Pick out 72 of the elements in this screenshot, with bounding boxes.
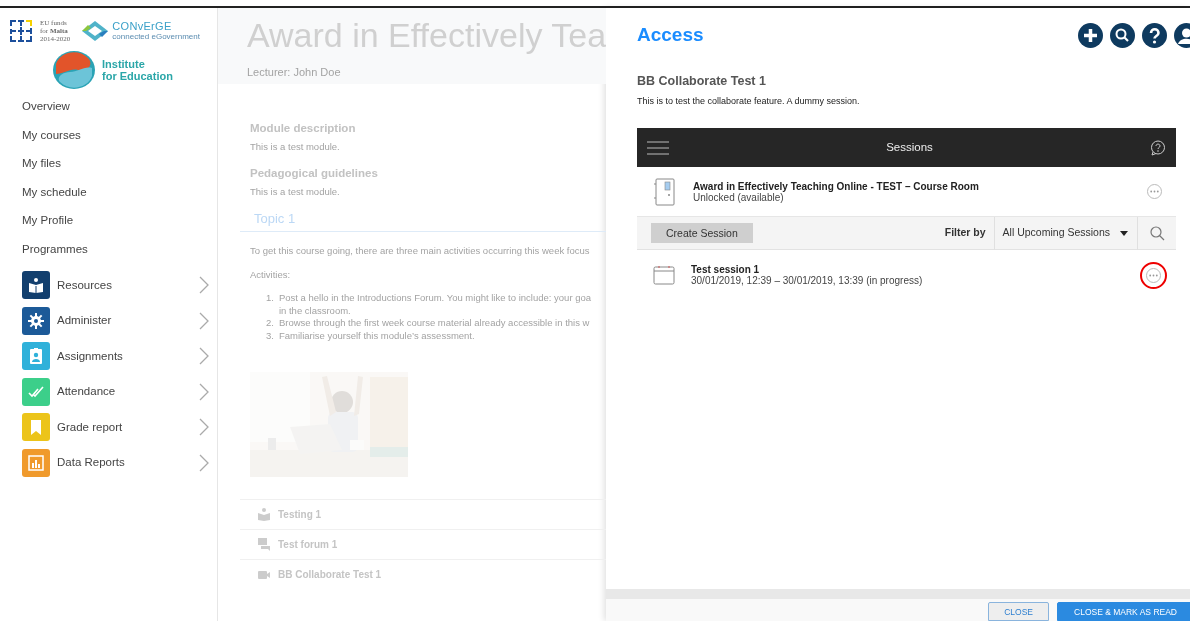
gear-icon	[28, 312, 44, 329]
ellipsis-icon	[1149, 273, 1158, 277]
sidebar-link[interactable]: Programmes	[22, 238, 217, 268]
section-heading: Pedagogical guidelines	[250, 165, 379, 181]
chevron-right-icon[interactable]	[199, 453, 209, 472]
paragraph-text: To get this course going, there are three main activities occurring this week focus	[250, 243, 591, 258]
list-number: 3.	[266, 329, 274, 342]
chat-icon	[258, 538, 270, 551]
sidebar-item[interactable]: Administer	[0, 303, 217, 339]
session-title: Test session 1	[691, 264, 761, 276]
room-status: Unlocked (available)	[693, 191, 784, 203]
list-item-text: Post a hello in the Introductions Forum. You might like to include: your goa	[278, 292, 592, 305]
search-icon	[1149, 225, 1165, 241]
add-button[interactable]	[1078, 22, 1103, 48]
video-camera-icon	[258, 568, 270, 581]
menu-icon[interactable]	[647, 140, 669, 155]
sidebar-link[interactable]: My courses	[22, 124, 217, 154]
help-button[interactable]	[1142, 22, 1167, 48]
sidebar-item[interactable]: Resources	[0, 267, 217, 304]
chevron-right-icon[interactable]	[199, 276, 209, 295]
door-icon	[653, 177, 677, 206]
logo-text: CONvErGE	[112, 21, 173, 32]
topic-heading: Topic 1	[240, 209, 606, 232]
sidebar-item[interactable]: Attendance	[0, 374, 217, 410]
sidebar-item[interactable]: Assignments	[0, 338, 217, 375]
activity-title: BB Collaborate Test 1	[637, 73, 767, 90]
sidebar-item[interactable]: Data Reports	[0, 445, 217, 481]
reading-icon	[28, 277, 44, 294]
chevron-right-icon[interactable]	[199, 311, 209, 330]
list-item-text: Familiarise yourself this module’s assessment.	[278, 329, 475, 342]
id-badge-icon	[28, 348, 44, 365]
reading-icon	[258, 508, 270, 521]
eu-flag-icon	[10, 20, 32, 42]
swirl-logo-icon	[52, 50, 96, 90]
list-item-text: in the classroom.	[278, 304, 352, 317]
close-button[interactable]: CLOSE	[988, 602, 1049, 621]
chevron-right-icon[interactable]	[199, 382, 209, 401]
section-text: This is a test module.	[250, 184, 341, 199]
create-session-button[interactable]: Create Session	[651, 223, 753, 244]
sidebar-link[interactable]: Overview	[22, 96, 217, 125]
logo-text: Institute	[102, 58, 146, 70]
section-heading: Module description	[250, 121, 357, 136]
session-time: 30/01/2019, 12:39 – 30/01/2019, 13:39 (in progress)	[691, 275, 924, 287]
logo-tagline: connected eGovernment	[112, 32, 200, 41]
paragraph-text: Activities:	[250, 267, 292, 282]
sidebar-link[interactable]: My schedule	[22, 181, 217, 211]
caret-icon	[1120, 230, 1128, 236]
logo-text: for Education	[102, 70, 173, 82]
diamond-logo-icon	[82, 21, 109, 41]
bar-chart-icon	[28, 454, 44, 471]
filter-dropdown[interactable]: All Upcoming Sessions	[993, 216, 1138, 250]
search-button[interactable]	[1110, 22, 1135, 48]
help-icon[interactable]	[1150, 139, 1166, 156]
room-title: Award in Effectively Teaching Online - TEST – Course Room	[693, 180, 980, 192]
sidebar-item[interactable]: Grade report	[0, 409, 217, 446]
list-number: 1.	[266, 292, 274, 305]
close-button[interactable]: CLOSE & MARK AS READ	[1057, 602, 1190, 621]
list-item-text: Browse through the first week course material already accessible in this w	[278, 317, 590, 330]
sessions-title: Sessions	[885, 140, 934, 156]
ellipsis-icon	[1150, 190, 1159, 194]
bookmark-icon	[28, 419, 44, 436]
sidebar-link[interactable]: My files	[22, 153, 217, 182]
description-text: This is to test the collaborate feature. A dummy session.	[637, 94, 861, 108]
chevron-right-icon[interactable]	[199, 418, 209, 437]
sidebar-link[interactable]: My Profile	[22, 210, 217, 239]
filter-label: Filter by	[944, 225, 986, 241]
chevron-right-icon[interactable]	[199, 347, 209, 366]
list-number: 2.	[266, 317, 274, 330]
panel-title: Access	[637, 22, 705, 47]
section-text: This is a test module.	[250, 140, 341, 155]
calendar-icon	[653, 265, 675, 286]
lecturer-text: Lecturer: John Doe	[247, 65, 342, 80]
